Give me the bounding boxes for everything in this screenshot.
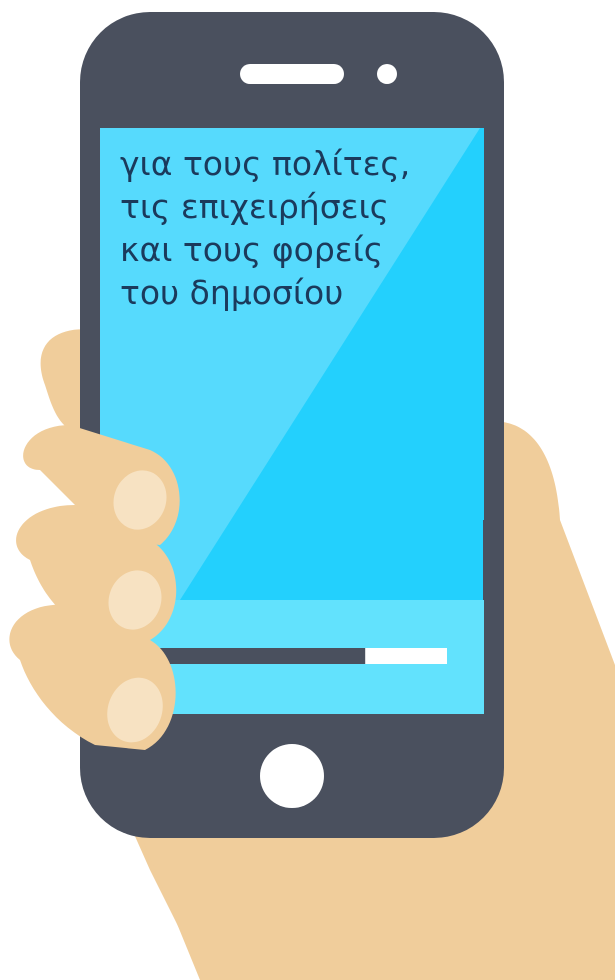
camera-dot (377, 64, 397, 84)
screen-line-1: για τους πολίτες, (120, 144, 411, 183)
screen-line-3: και τους φορείς (120, 230, 384, 269)
screen-line-2: τις επιχειρήσεις (120, 187, 389, 226)
home-button[interactable] (260, 744, 324, 808)
speaker-grille (240, 64, 344, 84)
screen-message: για τους πολίτες, τις επιχειρήσεις και τ… (120, 142, 480, 314)
progress-fill (155, 648, 366, 664)
screen-line-4: του δημοσίου (120, 273, 344, 312)
